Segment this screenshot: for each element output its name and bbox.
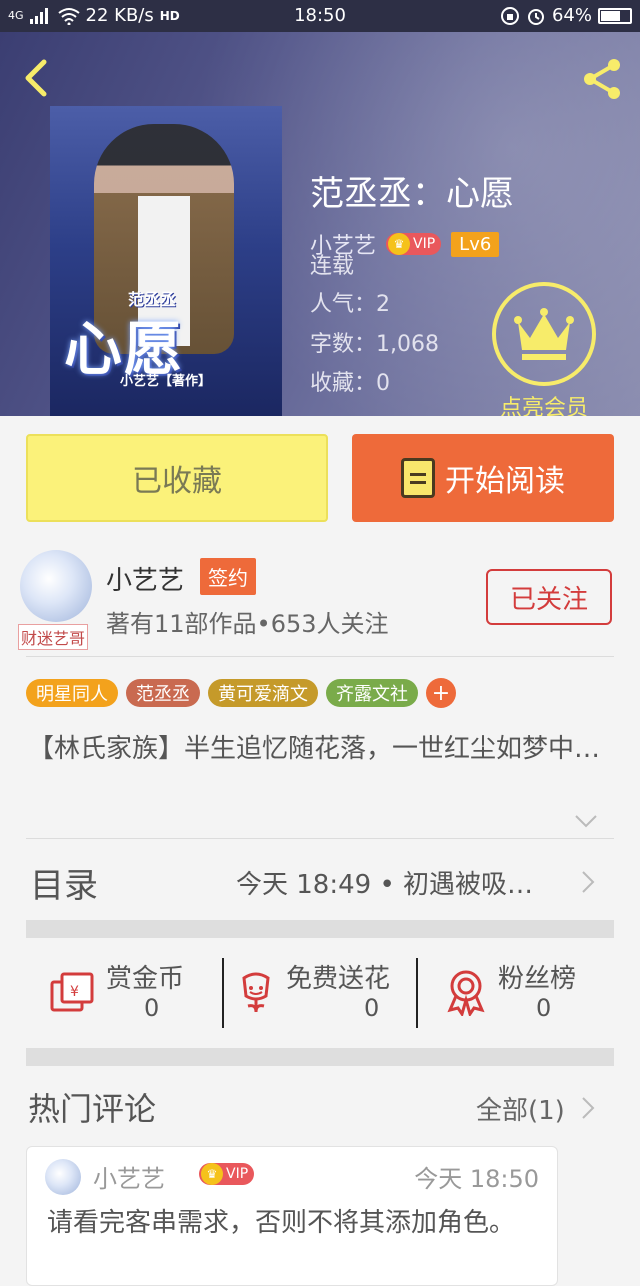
fan-ranking-button[interactable]: 粉丝榜 0: [418, 946, 614, 1044]
chevron-right-icon[interactable]: [580, 1096, 596, 1120]
vip-badge: ♛ VIP: [199, 1163, 255, 1185]
comment-time: 今天 18:50: [414, 1165, 539, 1193]
stat-value: 0: [364, 994, 380, 1022]
avatar[interactable]: [45, 1159, 81, 1195]
tag-list: 明星同人 范丞丞 黄可爱滴文 齐露文社 +: [26, 678, 456, 708]
book-header: 范丞丞 心愿 小艺艺【著作】 范丞丞：心愿 小艺艺 ♛ VIP Lv6 连载 人气…: [0, 32, 640, 416]
reward-coins-button[interactable]: ¥ 赏金币 0: [26, 946, 222, 1044]
favorited-button[interactable]: 已收藏: [26, 434, 328, 522]
cover-author-tag: 小艺艺【著作】: [120, 374, 212, 389]
latest-chapter[interactable]: 今天 18:49 • 初遇被吸…: [236, 864, 533, 901]
battery-icon: [598, 7, 632, 24]
word-count: 字数：1,068: [310, 332, 439, 357]
follow-label: 已关注: [509, 584, 588, 615]
tag-item[interactable]: 范丞丞: [126, 679, 200, 707]
divider: [26, 838, 614, 839]
comment-user[interactable]: 小艺艺: [93, 1159, 165, 1194]
favorites-count: 收藏：0: [310, 371, 390, 396]
tag-item[interactable]: 黄可爱滴文: [208, 679, 318, 707]
stat-value: 0: [144, 994, 160, 1022]
start-reading-button[interactable]: 开始阅读: [352, 434, 614, 522]
divider: [26, 656, 614, 657]
chevron-right-icon[interactable]: [580, 870, 596, 894]
favorited-label: 已收藏: [132, 464, 222, 499]
comment-text: 请看完客串需求，否则不将其添加角色。: [47, 1208, 516, 1238]
rotation-lock-icon: [500, 6, 519, 25]
battery-percent: 64%: [551, 5, 592, 26]
crown-icon: ♛: [201, 1163, 223, 1185]
tag-item[interactable]: 齐露文社: [326, 679, 418, 707]
stat-label: 粉丝榜: [498, 964, 577, 994]
status-bar: 4G 22 KB/s HD 18:50 64%: [0, 0, 640, 32]
stat-label: 赏金币: [106, 964, 185, 994]
vip-label: VIP: [413, 236, 436, 252]
avatar-caption: 财迷艺哥: [18, 624, 89, 650]
book-description[interactable]: 【林氏家族】半生追忆随花落，一世红尘如梦中…: [28, 730, 618, 768]
serial-status: 连载: [310, 254, 355, 279]
crown-icon: ♛: [388, 233, 411, 255]
level-badge: Lv6: [451, 231, 500, 257]
vip-crown-button[interactable]: [492, 282, 596, 386]
author-info: 著有11部作品•653人关注: [106, 610, 389, 638]
alarm-icon: [527, 8, 544, 25]
chevron-down-icon[interactable]: [574, 814, 598, 828]
support-bar: ¥ 赏金币 0 免费送花 0 粉丝榜 0: [26, 946, 614, 1044]
share-icon[interactable]: [580, 56, 626, 102]
book-title: 范丞丞：心愿: [310, 174, 514, 214]
flower-icon: [242, 972, 270, 1013]
gift-envelope-icon: ¥: [50, 972, 94, 1012]
section-separator: [26, 1048, 614, 1066]
send-flower-button[interactable]: 免费送花 0: [224, 946, 416, 1044]
follow-button[interactable]: 已关注: [486, 569, 612, 625]
vip-badge: ♛ VIP: [386, 233, 442, 255]
vip-cta-label[interactable]: 点亮会员: [492, 390, 596, 416]
toc-label[interactable]: 目录: [30, 858, 98, 907]
vip-label: VIP: [226, 1166, 249, 1182]
start-reading-label: 开始阅读: [445, 464, 565, 499]
popularity: 人气：2: [310, 292, 390, 317]
comment-card[interactable]: 小艺艺 ♛ VIP 今天 18:50 请看完客串需求，否则不将其添加角色。: [26, 1146, 558, 1286]
signed-badge: 签约: [200, 558, 256, 595]
stat-value: 0: [536, 994, 552, 1022]
section-separator: [26, 920, 614, 938]
stat-label: 免费送花: [286, 964, 391, 994]
tag-item[interactable]: 明星同人: [26, 679, 118, 707]
add-tag-button[interactable]: +: [426, 678, 456, 708]
author-card-name[interactable]: 小艺艺: [106, 560, 184, 597]
hot-comments-title: 热门评论: [28, 1090, 157, 1128]
all-comments-link[interactable]: 全部(1): [476, 1090, 565, 1127]
book-cover[interactable]: 范丞丞 心愿 小艺艺【著作】: [50, 106, 282, 416]
medal-icon: [447, 970, 485, 1016]
crown-icon: [514, 308, 574, 360]
author-avatar[interactable]: [20, 550, 92, 622]
svg-text:¥: ¥: [70, 984, 79, 1000]
book-icon: [401, 458, 435, 498]
back-arrow-icon[interactable]: [18, 58, 58, 98]
